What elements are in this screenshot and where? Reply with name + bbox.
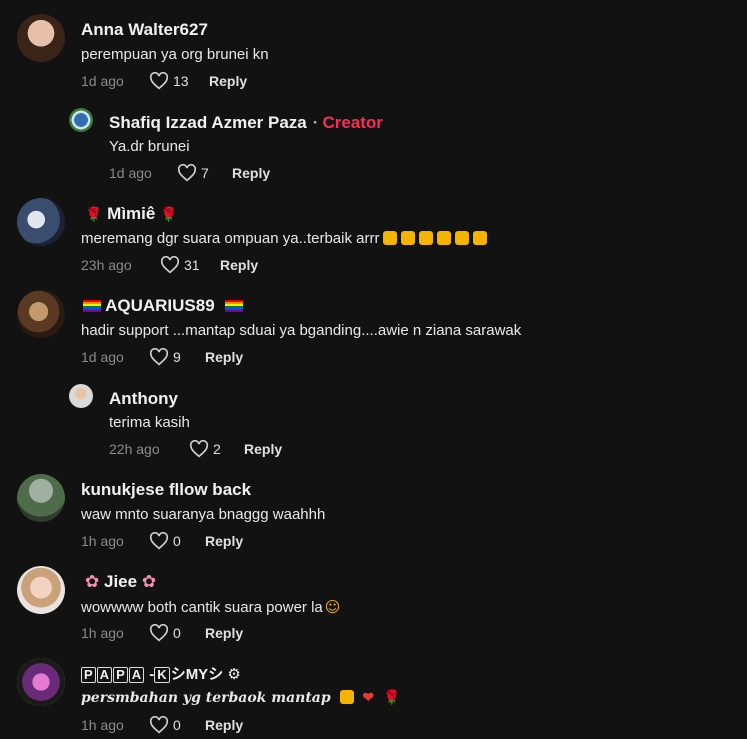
- avatar[interactable]: [17, 290, 65, 338]
- like-button[interactable]: 0: [149, 716, 181, 734]
- like-count: 0: [173, 625, 181, 641]
- comment-author[interactable]: Anna Walter627: [81, 20, 208, 40]
- creator-badge: Creator: [322, 113, 383, 132]
- reply-button[interactable]: Reply: [205, 349, 243, 365]
- red-heart-icon: ❤: [362, 690, 375, 706]
- avatar[interactable]: [17, 566, 65, 614]
- rose-icon: 🌹: [160, 206, 178, 222]
- avatar[interactable]: [17, 474, 65, 522]
- reply-button[interactable]: Reply: [205, 625, 243, 641]
- comment-author[interactable]: PAPA - K シMYシ ⚙: [81, 663, 241, 684]
- comment-time: 22h ago: [109, 441, 160, 457]
- avatar[interactable]: [17, 14, 65, 62]
- like-button[interactable]: 2: [189, 440, 221, 458]
- comment-time: 1d ago: [81, 349, 124, 365]
- heart-icon: [149, 72, 169, 90]
- heart-icon: [149, 716, 169, 734]
- gear-icon: ⚙: [227, 666, 241, 683]
- comment-author[interactable]: Anthony: [109, 389, 178, 409]
- like-count: 13: [173, 73, 189, 89]
- heart-icon: [149, 624, 169, 642]
- comment-text: waw mnto suaranya bnaggg waahhh: [81, 506, 326, 523]
- comment-text: meremang dgr suara ompuan ya..terbaik ar…: [81, 230, 488, 247]
- comment-author[interactable]: kunukjese fllow back: [81, 480, 251, 500]
- rose-icon: 🌹: [85, 206, 103, 222]
- reply-button[interactable]: Reply: [205, 533, 243, 549]
- heart-icon: [177, 164, 197, 182]
- comment-text-content: wowwww both cantik suara power la: [81, 599, 323, 616]
- like-count: 7: [201, 165, 209, 181]
- avatar[interactable]: [17, 658, 65, 706]
- comment-time: 1d ago: [81, 73, 124, 89]
- reply-button[interactable]: Reply: [205, 717, 243, 733]
- thumbs-up-icon: [455, 231, 470, 245]
- author-name-letter[interactable]: P: [113, 667, 128, 683]
- comment-author[interactable]: 🌹 Mìmiê 🌹: [85, 204, 178, 224]
- like-button[interactable]: 7: [177, 164, 209, 182]
- thumbs-up-icon: [339, 690, 354, 704]
- cherry-blossom-icon: ✿: [141, 572, 157, 591]
- thumbs-up-icon: [473, 231, 488, 245]
- comment-text: persmbahan yg terbaok mantap ❤ 🌹: [81, 690, 400, 706]
- author-name[interactable]: Jiee: [104, 572, 137, 591]
- author-name[interactable]: Shafiq Izzad Azmer Paza: [109, 113, 307, 132]
- avatar[interactable]: [17, 198, 65, 246]
- like-button[interactable]: 31: [160, 256, 200, 274]
- reply-button[interactable]: Reply: [232, 165, 270, 181]
- separator-dot: ·: [312, 113, 319, 132]
- like-button[interactable]: 9: [149, 348, 181, 366]
- avatar[interactable]: [69, 108, 93, 132]
- comment-author[interactable]: ✿ Jiee ✿: [85, 572, 156, 592]
- author-name[interactable]: Mìmiê: [107, 204, 155, 223]
- avatar[interactable]: [69, 384, 93, 408]
- reply-button[interactable]: Reply: [244, 441, 282, 457]
- thumbs-up-icon: [383, 231, 398, 245]
- comment-author[interactable]: AQUARIUS89: [83, 296, 244, 316]
- comment-time: 1h ago: [81, 533, 124, 549]
- comment-text-content: persmbahan yg terbaok mantap: [81, 690, 331, 706]
- like-count: 31: [184, 257, 200, 273]
- like-count: 2: [213, 441, 221, 457]
- thumbs-up-icon: [419, 231, 434, 245]
- like-button[interactable]: 0: [149, 532, 181, 550]
- comment-text: perempuan ya org brunei kn: [81, 46, 269, 63]
- comment-text: wowwww both cantik suara power la ☺: [81, 598, 340, 616]
- comment-text: Ya.dr brunei: [109, 138, 190, 155]
- reply-button[interactable]: Reply: [209, 73, 247, 89]
- reply-button[interactable]: Reply: [220, 257, 258, 273]
- cherry-blossom-icon: ✿: [85, 572, 100, 591]
- author-name-letter[interactable]: A: [128, 667, 145, 683]
- rainbow-flag-icon: [83, 300, 101, 312]
- comment-author[interactable]: Shafiq Izzad Azmer Paza · Creator: [109, 113, 383, 133]
- comment-text-content: meremang dgr suara ompuan ya..terbaik ar…: [81, 230, 380, 247]
- heart-icon: [149, 532, 169, 550]
- author-name-letter[interactable]: A: [96, 667, 113, 683]
- comment-time: 1d ago: [109, 165, 152, 181]
- smiling-face-with-hearts-icon: ☺: [324, 598, 341, 616]
- author-name-suffix[interactable]: シMYシ: [171, 666, 224, 683]
- comment-time: 1h ago: [81, 625, 124, 641]
- comment-time: 23h ago: [81, 257, 132, 273]
- thumbs-up-icon: [401, 231, 416, 245]
- rose-icon: 🌹: [383, 690, 401, 706]
- like-button[interactable]: 0: [149, 624, 181, 642]
- like-button[interactable]: 13: [149, 72, 189, 90]
- comment-text: hadir support ...mantap sduai ya bgandin…: [81, 322, 522, 339]
- like-count: 9: [173, 349, 181, 365]
- author-name-letter[interactable]: P: [81, 667, 96, 683]
- author-name[interactable]: AQUARIUS89: [105, 296, 215, 315]
- like-count: 0: [173, 717, 181, 733]
- author-name-letter[interactable]: K: [154, 667, 170, 683]
- heart-icon: [149, 348, 169, 366]
- heart-icon: [189, 440, 209, 458]
- like-count: 0: [173, 533, 181, 549]
- thumbs-up-icon: [437, 231, 452, 245]
- comment-time: 1h ago: [81, 717, 124, 733]
- comment-text: terima kasih: [109, 414, 190, 431]
- rainbow-flag-icon: [225, 300, 244, 312]
- heart-icon: [160, 256, 180, 274]
